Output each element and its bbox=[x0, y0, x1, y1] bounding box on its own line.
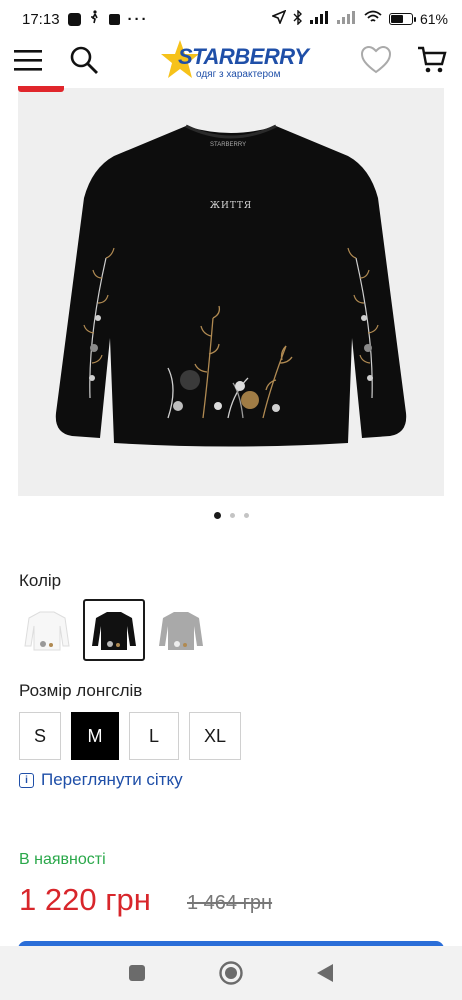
heart-icon bbox=[361, 46, 391, 74]
wifi-icon bbox=[364, 10, 382, 28]
gallery-pagination bbox=[0, 512, 462, 519]
battery-percent: 61% bbox=[419, 11, 448, 27]
back-icon bbox=[317, 964, 333, 982]
info-icon: i bbox=[19, 772, 34, 788]
color-swatch-grey[interactable] bbox=[153, 601, 209, 659]
favorites-button[interactable] bbox=[358, 42, 394, 78]
print-text: ЖИТТЯ bbox=[210, 201, 252, 211]
size-option-l[interactable]: L bbox=[129, 712, 179, 760]
recents-button[interactable] bbox=[122, 958, 152, 988]
app-notification-icon bbox=[67, 12, 81, 26]
back-button[interactable] bbox=[310, 958, 340, 988]
signal-icon bbox=[309, 10, 330, 28]
signal-2-icon bbox=[336, 10, 357, 28]
menu-icon bbox=[14, 50, 42, 71]
home-icon bbox=[219, 961, 243, 985]
white-longsleeve-thumb bbox=[24, 611, 70, 651]
color-label: Колір bbox=[19, 571, 62, 590]
color-swatches bbox=[19, 599, 209, 661]
size-option-m[interactable]: M bbox=[71, 712, 119, 760]
search-button[interactable] bbox=[66, 42, 102, 78]
black-longsleeve-thumb bbox=[92, 612, 136, 650]
color-swatch-white[interactable] bbox=[19, 601, 75, 659]
gallery-dot[interactable] bbox=[213, 512, 221, 519]
walking-icon bbox=[89, 10, 101, 28]
cart-button[interactable] bbox=[414, 42, 450, 78]
sale-badge bbox=[18, 86, 64, 92]
more-notifications-icon: ··· bbox=[127, 10, 149, 28]
bluetooth-icon bbox=[293, 8, 303, 29]
media-icon bbox=[108, 13, 120, 25]
cart-icon bbox=[418, 46, 447, 73]
recents-icon bbox=[129, 965, 145, 981]
product-image: STARBERRY ЖИТТЯ bbox=[55, 124, 407, 447]
size-option-s[interactable]: S bbox=[19, 712, 61, 760]
size-grid-link-text: Переглянути сітку bbox=[41, 770, 183, 789]
brand-tagline: одяг з характером bbox=[196, 69, 281, 80]
color-swatch-black[interactable] bbox=[83, 599, 145, 661]
size-option-xl[interactable]: XL bbox=[189, 712, 241, 760]
status-bar: 17:13 ··· 61% bbox=[0, 0, 462, 38]
size-grid-link[interactable]: i Переглянути сітку bbox=[19, 770, 183, 790]
menu-button[interactable] bbox=[10, 42, 46, 78]
home-button[interactable] bbox=[216, 958, 246, 988]
battery-icon bbox=[388, 13, 416, 25]
svg-text:STARBERRY: STARBERRY bbox=[210, 142, 246, 148]
system-nav-bar bbox=[0, 946, 462, 1000]
size-options: S M L XL bbox=[19, 712, 241, 760]
search-icon bbox=[70, 46, 98, 74]
gallery-dot[interactable] bbox=[243, 513, 249, 518]
size-label: Розмір лонгслів bbox=[19, 681, 143, 700]
product-gallery[interactable]: STARBERRY ЖИТТЯ bbox=[18, 88, 444, 496]
brand-logo[interactable]: STARBERRY одяг з характером bbox=[160, 38, 310, 86]
site-header: STARBERRY одяг з характером bbox=[0, 38, 462, 86]
grey-longsleeve-thumb bbox=[159, 612, 203, 650]
old-price: 1 464 грн bbox=[187, 892, 273, 914]
availability-status: В наявності bbox=[19, 851, 106, 868]
brand-name: STARBERRY bbox=[178, 44, 309, 69]
current-price: 1 220 грн bbox=[19, 882, 151, 917]
location-icon bbox=[270, 9, 287, 28]
clock: 17:13 bbox=[22, 10, 60, 28]
gallery-dot[interactable] bbox=[229, 513, 235, 518]
